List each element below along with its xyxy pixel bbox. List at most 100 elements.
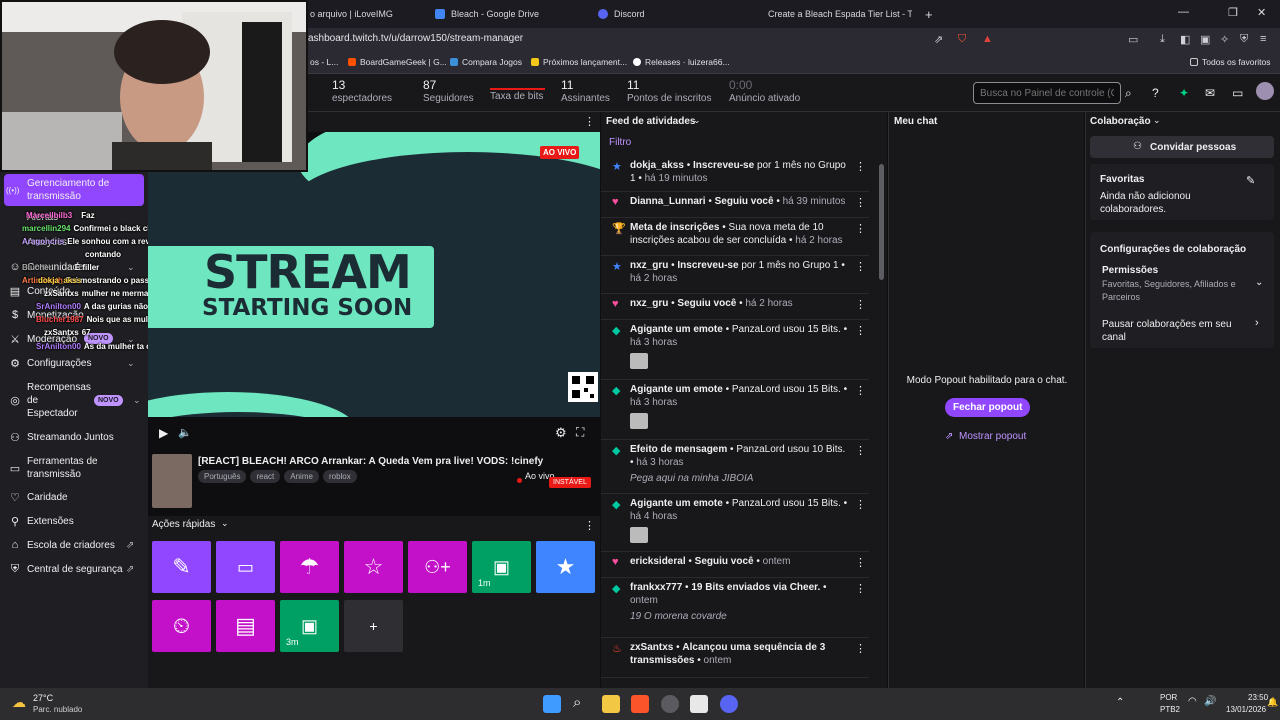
- qa-ad-1m[interactable]: ▣ 1m: [472, 541, 531, 593]
- more-options-icon[interactable]: ⋮: [855, 298, 866, 311]
- chevron-down-icon[interactable]: ⌄: [221, 518, 229, 529]
- browser-tab-google-drive[interactable]: Bleach - Google Drive: [435, 4, 585, 24]
- more-options-icon[interactable]: ⋮: [855, 556, 866, 569]
- more-options-icon[interactable]: ⋮: [855, 196, 866, 209]
- sidebar-item-stream-together[interactable]: ⚇ Streamando Juntos: [0, 430, 148, 444]
- volume-icon[interactable]: 🔊: [1204, 696, 1216, 707]
- permissions-description[interactable]: Favoritas, Seguidores, Afiliados e Parce…: [1102, 278, 1252, 304]
- share-icon[interactable]: ⇗: [934, 33, 943, 46]
- feed-filter[interactable]: Filtro: [609, 137, 631, 148]
- mute-icon[interactable]: 🔈: [178, 426, 192, 439]
- tag[interactable]: react: [250, 470, 281, 483]
- search-icon[interactable]: ⌕: [1125, 86, 1132, 101]
- input-lang-1[interactable]: POR: [1160, 693, 1177, 702]
- sidebar-item-stream-manager[interactable]: ((•)) Gerenciamento de transmissão: [0, 174, 148, 206]
- chevron-down-icon[interactable]: ⌄: [1255, 277, 1263, 288]
- wifi-icon[interactable]: ◠: [1188, 696, 1197, 707]
- qa-timer[interactable]: ⏲: [152, 600, 211, 652]
- windows-start-icon[interactable]: [543, 695, 561, 713]
- qa-edit-stream-info[interactable]: ✎: [152, 541, 211, 593]
- all-bookmarks[interactable]: Todos os favoritos: [1190, 57, 1271, 67]
- steam-icon[interactable]: [661, 695, 679, 713]
- fullscreen-icon[interactable]: ⛶: [576, 425, 584, 440]
- sidebar-item-viewer-rewards[interactable]: ◎ Recompensas de Espectador NOVO ⌄: [0, 380, 148, 420]
- more-options-icon[interactable]: ⋮: [855, 384, 866, 397]
- brave-shield-icon[interactable]: ⛉: [958, 33, 966, 46]
- discord-icon[interactable]: [720, 695, 738, 713]
- more-options-icon[interactable]: ⋮: [855, 582, 866, 595]
- more-options-icon[interactable]: ⋮: [584, 519, 595, 532]
- bookmark-item[interactable]: Próximos lançament...: [531, 57, 627, 67]
- sidebar-item-creator-camp[interactable]: ⌂ Escola de criadores ⇗: [0, 538, 148, 552]
- help-icon[interactable]: ?: [1152, 86, 1159, 100]
- inbox-icon[interactable]: ✉: [1205, 86, 1215, 100]
- qa-highlight[interactable]: ☆: [344, 541, 403, 593]
- qa-add-action[interactable]: +: [344, 600, 403, 652]
- minimize-icon[interactable]: —: [1178, 6, 1189, 18]
- bookmark-item[interactable]: Releases · luizera66...: [633, 57, 730, 67]
- sidebar-item-extensions[interactable]: ⚲ Extensões: [0, 514, 148, 528]
- notification-bell-icon[interactable]: 🔔: [1267, 697, 1278, 708]
- pencil-icon[interactable]: ✎: [1246, 174, 1255, 187]
- chevron-right-icon[interactable]: ›: [1255, 317, 1259, 329]
- qa-ad-3m[interactable]: ▣ 3m: [280, 600, 339, 652]
- whispers-icon[interactable]: ▭: [1232, 86, 1243, 100]
- qa-favorite[interactable]: ★: [536, 541, 595, 593]
- sidebar-toggle-icon[interactable]: ▭: [1128, 33, 1138, 46]
- qa-layout[interactable]: ▤: [216, 600, 275, 652]
- more-options-icon[interactable]: ⋮: [855, 444, 866, 457]
- wallet-icon[interactable]: ▣: [1200, 33, 1210, 46]
- tag[interactable]: Anime: [284, 470, 319, 483]
- brave-icon[interactable]: [631, 695, 649, 713]
- leo-icon[interactable]: ✧: [1220, 33, 1229, 46]
- bookmark-item[interactable]: BoardGameGeek | G...: [348, 57, 447, 67]
- stream-preview[interactable]: AO VIVO STREAM STARTING SOON: [148, 132, 600, 417]
- bookmark-item[interactable]: Compara Jogos: [450, 57, 522, 67]
- bookmark-item[interactable]: os - L...: [310, 57, 338, 67]
- sidebar-item-settings[interactable]: ⚙ Configurações ⌄: [0, 356, 148, 370]
- avatar[interactable]: [1256, 82, 1274, 100]
- sidebar-item-safety-center[interactable]: ⛨ Central de segurança ⇗: [0, 562, 148, 576]
- sidebar-item-broadcast-tools[interactable]: ▭ Ferramentas de transmissão: [0, 454, 148, 482]
- app-icon[interactable]: [690, 695, 708, 713]
- gear-icon[interactable]: ⚙: [555, 425, 567, 441]
- qa-clip[interactable]: ▭: [216, 541, 275, 593]
- search-icon[interactable]: ⌕: [573, 694, 581, 711]
- brave-rewards-icon[interactable]: ▲: [982, 33, 993, 45]
- more-options-icon[interactable]: ⋮: [584, 115, 595, 128]
- dashboard-search-input[interactable]: [973, 82, 1121, 104]
- url-field[interactable]: ashboard.twitch.tv/u/darrow150/stream-ma…: [308, 33, 523, 44]
- new-tab-button[interactable]: +: [925, 4, 937, 24]
- tag[interactable]: roblox: [322, 470, 357, 483]
- chevron-down-icon[interactable]: ⌄: [1153, 115, 1161, 126]
- split-view-icon[interactable]: ◧: [1180, 33, 1190, 46]
- more-options-icon[interactable]: ⋮: [855, 222, 866, 235]
- tag[interactable]: Português: [198, 470, 247, 483]
- browser-tab-discord[interactable]: Discord: [598, 4, 748, 24]
- qa-drop[interactable]: ☂: [280, 541, 339, 593]
- pause-collabs-item[interactable]: Pausar colaborações em seu canal: [1102, 318, 1252, 344]
- tray-chevron-up-icon[interactable]: ⌃: [1116, 697, 1124, 708]
- close-popout-button[interactable]: Fechar popout: [945, 398, 1031, 417]
- qa-add-user[interactable]: ⚇+: [408, 541, 467, 593]
- file-explorer-icon[interactable]: [602, 695, 620, 713]
- download-icon[interactable]: ⤓: [1160, 33, 1165, 46]
- menu-icon[interactable]: ≡: [1260, 33, 1266, 45]
- sidebar-item-charity[interactable]: ♡ Caridade: [0, 490, 148, 504]
- play-icon[interactable]: ▶: [159, 426, 168, 440]
- weather-temp[interactable]: 27°C: [33, 693, 53, 703]
- more-options-icon[interactable]: ⋮: [855, 498, 866, 511]
- more-options-icon[interactable]: ⋮: [855, 642, 866, 655]
- maximize-icon[interactable]: ❐: [1228, 6, 1238, 19]
- chevron-down-icon[interactable]: ⌄: [693, 115, 701, 126]
- show-popout-link[interactable]: Mostrar popout: [959, 431, 1026, 442]
- feed-scrollbar[interactable]: [879, 164, 884, 280]
- bits-icon[interactable]: ✦: [1179, 86, 1189, 100]
- more-options-icon[interactable]: ⋮: [855, 260, 866, 273]
- more-options-icon[interactable]: ⋮: [855, 324, 866, 337]
- clock-time[interactable]: 23:50: [1248, 693, 1268, 702]
- browser-tab-tierlist[interactable]: Create a Bleach Espada Tier List - Tie: [762, 4, 912, 24]
- more-options-icon[interactable]: ⋮: [855, 160, 866, 173]
- invite-people-button[interactable]: ⚇ Convidar pessoas: [1090, 136, 1274, 158]
- vpn-icon[interactable]: ⛨: [1240, 33, 1248, 46]
